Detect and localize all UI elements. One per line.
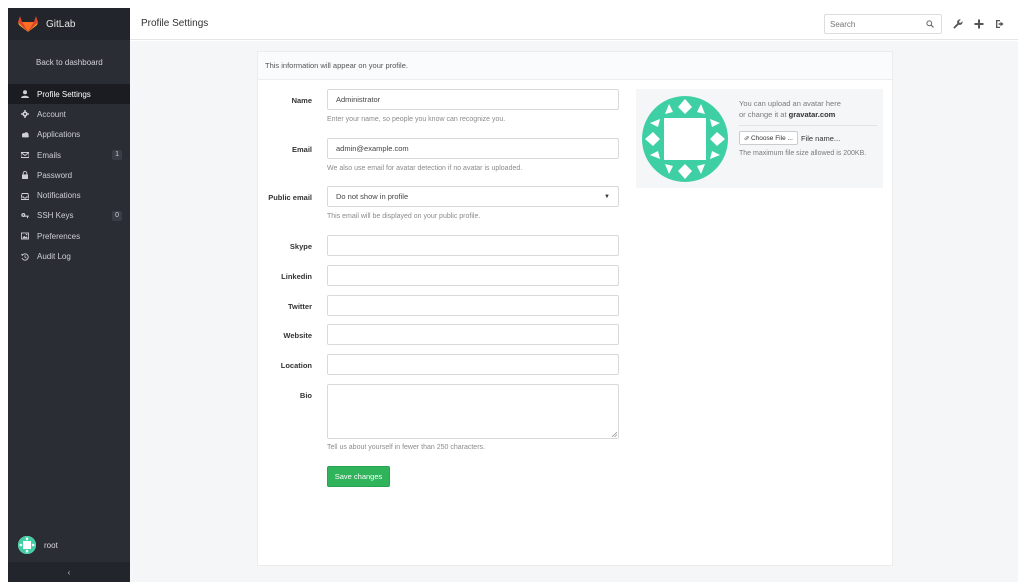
sidebar-item-ssh-keys[interactable]: SSH Keys 0 — [8, 206, 130, 226]
public-email-selected: Do not show in profile — [336, 192, 409, 201]
back-to-dashboard-link[interactable]: Back to dashboard — [8, 40, 130, 84]
top-header: Profile Settings — [130, 8, 1018, 40]
ssh-keys-count-badge: 0 — [112, 210, 122, 221]
bio-label: Bio — [299, 391, 312, 400]
emails-count-badge: 1 — [112, 149, 122, 160]
choose-file-label: Choose File ... — [751, 134, 793, 142]
avatar-upload-text: You can upload an avatar here or change … — [739, 98, 841, 120]
sidebar-item-applications[interactable]: Applications — [8, 125, 130, 145]
brand[interactable]: GitLab — [8, 8, 130, 40]
linkedin-label: Linkedin — [281, 272, 312, 281]
avatar-upload-box: You can upload an avatar here or change … — [636, 89, 883, 188]
inbox-icon — [20, 191, 29, 200]
paperclip-icon — [744, 135, 749, 140]
caret-down-icon: ▼ — [604, 193, 610, 200]
sidebar-nav: Profile Settings Account Applications Em… — [8, 84, 130, 267]
public-email-select[interactable]: Do not show in profile ▼ — [327, 186, 619, 207]
sidebar-item-label: SSH Keys — [37, 211, 74, 221]
panel-heading: This information will appear on your pro… — [258, 52, 892, 80]
sidebar-item-preferences[interactable]: Preferences — [8, 226, 130, 246]
sidebar-item-label: Audit Log — [37, 252, 71, 262]
username: root — [44, 540, 58, 550]
name-help: Enter your name, so people you know can … — [327, 116, 506, 123]
sidebar-item-password[interactable]: Password — [8, 165, 130, 185]
public-email-help: This email will be displayed on your pub… — [327, 213, 481, 220]
plus-icon — [974, 19, 983, 28]
location-input[interactable] — [327, 354, 619, 375]
sidebar-item-label: Password — [37, 170, 73, 180]
sidebar-item-audit-log[interactable]: Audit Log — [8, 246, 130, 266]
sidebar-item-label: Preferences — [37, 231, 81, 241]
user-icon — [20, 90, 29, 99]
sidebar-item-label: Profile Settings — [37, 89, 91, 99]
sidebar-item-account[interactable]: Account — [8, 104, 130, 124]
profile-panel: This information will appear on your pro… — [257, 51, 893, 566]
key-icon — [20, 211, 29, 220]
save-changes-button[interactable]: Save changes — [327, 466, 390, 487]
bio-textarea[interactable] — [327, 384, 619, 439]
email-input[interactable]: admin@example.com — [327, 138, 619, 159]
current-user[interactable]: root — [18, 536, 58, 554]
sidebar-item-label: Notifications — [37, 191, 81, 201]
sign-out-button[interactable] — [994, 18, 1005, 29]
sidebar-item-label: Applications — [37, 130, 81, 140]
skype-label: Skype — [289, 242, 312, 251]
cloud-icon — [20, 130, 29, 139]
resize-handle-icon[interactable] — [611, 431, 617, 437]
sidebar-item-profile-settings[interactable]: Profile Settings — [8, 84, 130, 105]
bio-help: Tell us about yourself in fewer than 250… — [327, 444, 485, 451]
sidebar-item-label: Account — [37, 109, 66, 119]
max-file-size-text: The maximum file size allowed is 200KB. — [739, 150, 867, 157]
name-label: Name — [291, 96, 312, 105]
gitlab-logo-icon — [18, 16, 38, 32]
wrench-icon — [953, 18, 963, 28]
admin-area-button[interactable] — [952, 18, 963, 29]
collapse-sidebar-button[interactable]: ‹ — [8, 562, 130, 582]
twitter-input[interactable] — [327, 295, 619, 316]
sidebar: GitLab Back to dashboard Profile Setting… — [8, 8, 130, 582]
email-help: We also use email for avatar detection i… — [327, 165, 523, 172]
app-name: GitLab — [46, 18, 76, 30]
linkedin-input[interactable] — [327, 265, 619, 286]
gear-icon — [20, 110, 29, 119]
history-icon — [20, 252, 29, 261]
location-label: Location — [280, 361, 312, 370]
divider — [739, 125, 877, 126]
chevron-left-icon: ‹ — [67, 567, 71, 577]
file-name-text: File name... — [801, 134, 841, 143]
website-input[interactable] — [327, 324, 619, 345]
new-project-button[interactable] — [973, 18, 984, 29]
lock-icon — [20, 171, 29, 180]
gravatar-link[interactable]: gravatar.com — [789, 110, 836, 119]
avatar-upload-line: You can upload an avatar here — [739, 99, 841, 108]
avatar-identicon — [642, 96, 728, 182]
choose-file-button[interactable]: Choose File ... — [739, 131, 798, 145]
header-actions — [952, 18, 1005, 29]
avatar-change-line: or change it at — [739, 110, 787, 119]
skype-input[interactable] — [327, 235, 619, 256]
sidebar-item-label: Emails — [37, 150, 62, 160]
sign-out-icon — [995, 19, 1004, 28]
public-email-label: Public email — [268, 193, 312, 202]
email-label: Email — [291, 145, 312, 154]
search-icon — [926, 20, 934, 28]
twitter-label: Twitter — [287, 302, 312, 311]
avatar — [18, 536, 36, 554]
sidebar-item-notifications[interactable]: Notifications — [8, 185, 130, 205]
sidebar-item-emails[interactable]: Emails 1 — [8, 145, 130, 165]
search-box[interactable] — [824, 14, 942, 34]
identicon-icon — [18, 536, 36, 554]
website-label: Website — [283, 331, 312, 340]
envelope-icon — [20, 151, 29, 160]
name-input[interactable]: Administrator — [327, 89, 619, 110]
image-icon — [20, 232, 29, 241]
page-title: Profile Settings — [141, 18, 209, 29]
search-input[interactable] — [830, 19, 926, 29]
